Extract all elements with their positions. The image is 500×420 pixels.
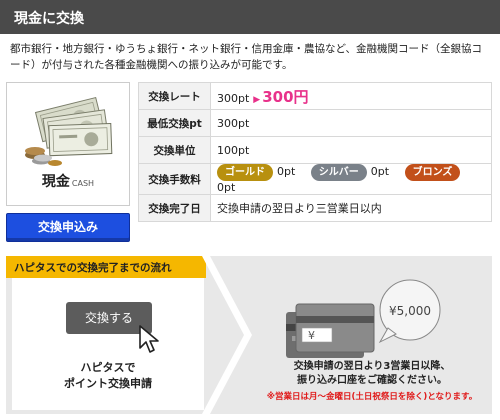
bronze-fee: 0pt xyxy=(217,181,236,194)
table-row: 最低交換pt 300pt xyxy=(138,109,492,137)
completion-key: 交換完了日 xyxy=(138,194,211,222)
cash-card: 現金 CASH xyxy=(6,82,130,206)
gold-badge: ゴールド xyxy=(217,164,273,181)
bronze-badge: ブロンズ xyxy=(404,164,461,181)
rate-yen: 300円 xyxy=(262,87,309,106)
page-title: 現金に交換 xyxy=(14,11,84,27)
gold-fee: 0pt xyxy=(277,165,296,178)
bubble-amount: ¥5,000 xyxy=(389,304,431,318)
fee-key: 交換手数料 xyxy=(138,163,211,195)
completion-value: 交換申請の翌日より三営業日以内 xyxy=(210,194,492,222)
silver-fee: 0pt xyxy=(370,165,390,178)
step2-caption: 交換申請の翌日より3営業日以降、 振り込み口座をご確認ください。 xyxy=(252,360,492,388)
unit-key: 交換単位 xyxy=(138,136,211,164)
table-row: 交換単位 100pt xyxy=(138,136,492,164)
step1-line1: ハピタスで xyxy=(80,361,136,374)
cash-bundle-icon xyxy=(25,96,113,166)
cash-label-en: CASH xyxy=(71,179,95,188)
step2-line1: 交換申請の翌日より3営業日以降、 xyxy=(293,361,451,372)
cash-label-jp: 現金 xyxy=(41,174,70,190)
exchange-flow-panel: ハピタスでの交換完了までの流れ 交換する ハピタスで ポイント交換申請 ¥ ¥5… xyxy=(6,256,492,414)
rate-points: 300pt xyxy=(217,91,250,105)
step1-caption: ハピタスで ポイント交換申請 xyxy=(12,360,204,392)
bank-transfer-icon: ¥ ¥5,000 xyxy=(286,279,441,358)
table-row: 交換手数料 ゴールド 0pt シルバー 0pt ブロンズ0pt xyxy=(138,163,492,195)
step1-line2: ポイント交換申請 xyxy=(64,377,152,390)
apply-button[interactable]: 交換申込み xyxy=(6,213,130,242)
step2-line2: 振り込み口座をご確認ください。 xyxy=(297,375,447,386)
cash-label: 現金 CASH xyxy=(7,171,129,191)
exchange-info-table: 交換レート 300pt ▶ 300円 最低交換pt 300pt 交換単位 100pt… xyxy=(138,82,492,222)
rate-value: 300pt ▶ 300円 xyxy=(210,82,492,110)
fee-value: ゴールド 0pt シルバー 0pt ブロンズ0pt xyxy=(210,163,492,195)
minimum-value: 300pt xyxy=(210,109,492,137)
table-row: 交換完了日 交換申請の翌日より三営業日以内 xyxy=(138,194,492,222)
chevron-right-icon xyxy=(202,256,252,414)
flow-title-tab: ハピタスでの交換完了までの流れ xyxy=(6,256,206,278)
rate-key: 交換レート xyxy=(138,82,211,110)
cursor-pointer-icon xyxy=(139,325,159,353)
minimum-key: 最低交換pt xyxy=(138,109,211,137)
table-row: 交換レート 300pt ▶ 300円 xyxy=(138,82,492,110)
rate-arrow-icon: ▶ xyxy=(253,94,261,105)
business-day-note: ※営業日は月～金曜日(土日祝祭日を除く)となります。 xyxy=(266,392,478,402)
silver-badge: シルバー xyxy=(310,164,367,181)
unit-value: 100pt xyxy=(210,136,492,164)
description-text: 都市銀行・地方銀行・ゆうちょ銀行・ネット銀行・信用金庫・農協など、金融機関コード… xyxy=(10,43,482,71)
flow-step-1: 交換する ハピタスで ポイント交換申請 xyxy=(12,278,204,410)
svg-text:¥: ¥ xyxy=(308,329,315,342)
page-header: 現金に交換 xyxy=(0,0,500,34)
flow-title: ハピタスでの交換完了までの流れ xyxy=(14,262,172,274)
